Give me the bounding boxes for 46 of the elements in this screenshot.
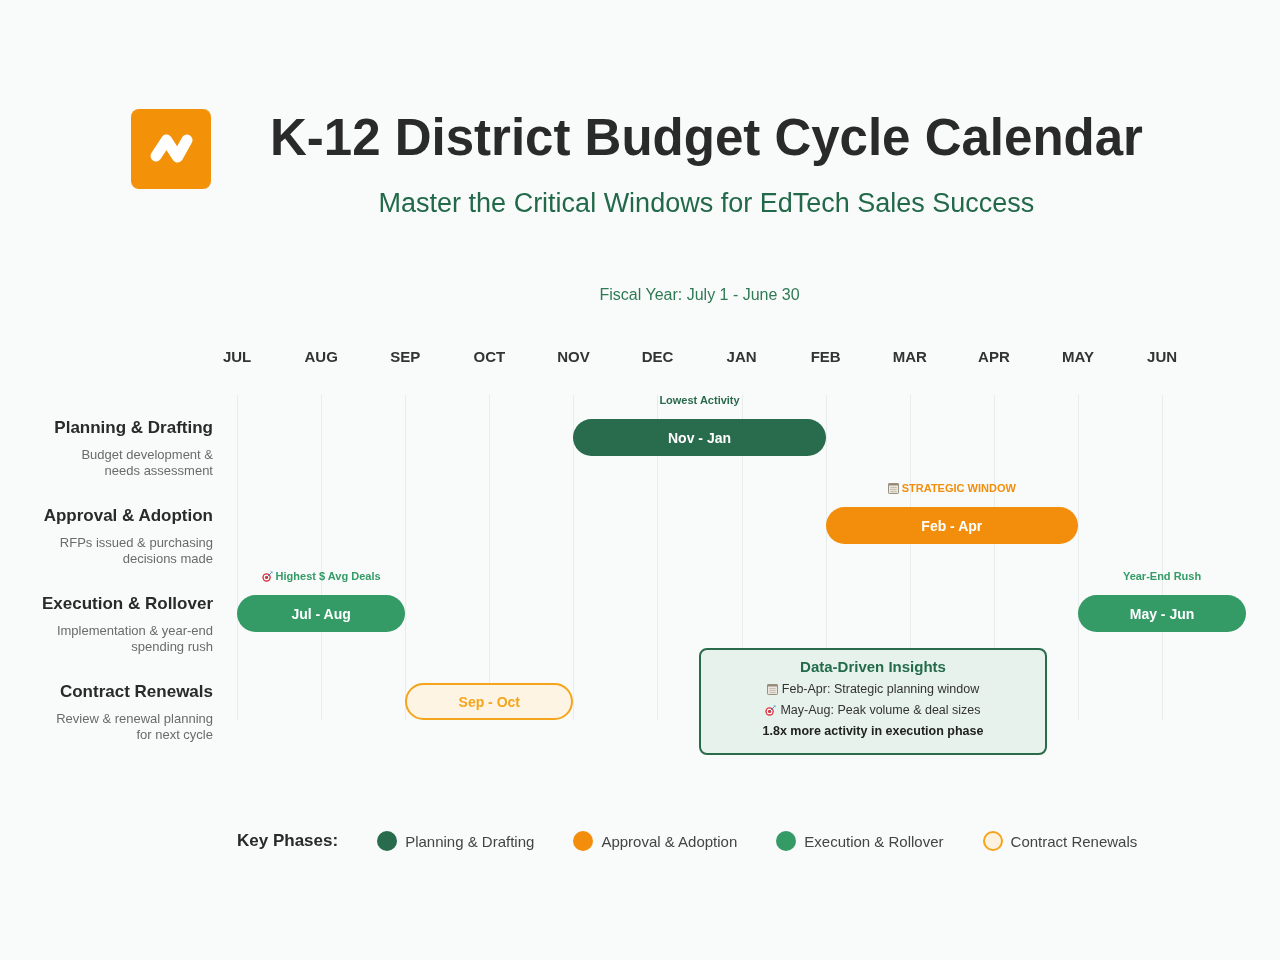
phase-title: Planning & Drafting [54, 418, 213, 438]
month-label: JAN [726, 348, 757, 366]
phase-description: Budget development & needs assessment [80, 447, 213, 479]
legend-label: Planning & Drafting [405, 832, 535, 850]
phase-bar: May - Jun [1077, 595, 1247, 632]
insights-title: Data-Driven Insights [800, 658, 946, 676]
legend-label: Contract Renewals [1010, 832, 1138, 850]
phase-title: Contract Renewals [59, 682, 213, 702]
bar-annotation: Highest $ Avg Deals [275, 569, 381, 584]
month-label: APR [978, 348, 1010, 366]
month-label: OCT [473, 348, 506, 366]
bar-annotation: Year-End Rush [1122, 569, 1202, 584]
month-label: MAY [1062, 348, 1094, 366]
phase-description: Implementation & year-end spending rush [55, 623, 213, 655]
month-label: NOV [557, 348, 590, 366]
bar-annotation: Lowest Activity [659, 393, 740, 408]
target-icon [261, 570, 273, 582]
legend-label: Execution & Rollover [804, 832, 944, 850]
phase-description: RFPs issued & purchasing decisions made [58, 535, 213, 567]
notepad-icon [887, 482, 899, 494]
insight-text: Feb-Apr: Strategic planning window [781, 680, 980, 698]
bar-annotation: STRATEGIC WINDOW [901, 481, 1016, 496]
phase-bar: Feb - Apr [825, 507, 1078, 544]
phase-bar: Nov - Jan [573, 419, 826, 456]
phase-description: Review & renewal planning for next cycle [55, 711, 213, 743]
month-label: MAR [892, 348, 927, 366]
page-subtitle: Master the Critical Windows for EdTech Sales Success [378, 187, 1035, 219]
phase-title: Execution & Rollover [42, 594, 213, 614]
month-label: JUN [1147, 348, 1178, 366]
page-title: K-12 District Budget Cycle Calendar [270, 108, 1143, 168]
legend-label: Approval & Adoption [601, 832, 738, 850]
legend-title: Key Phases: [237, 831, 339, 851]
logo-icon [131, 109, 211, 189]
notepad-icon [766, 683, 778, 695]
phase-title: Approval & Adoption [43, 506, 213, 526]
month-label: AUG [304, 348, 338, 366]
insight-text: May-Aug: Peak volume & deal sizes [780, 701, 981, 719]
insight-text: 1.8x more activity in execution phase [762, 722, 984, 740]
month-label: FEB [810, 348, 841, 366]
phase-bar: Jul - Aug [237, 595, 406, 632]
month-label: DEC [641, 348, 674, 366]
phase-bar: Sep - Oct [405, 683, 574, 720]
month-label: SEP [390, 348, 421, 366]
fiscal-year-caption: Fiscal Year: July 1 - June 30 [599, 285, 800, 305]
target-icon [765, 704, 777, 716]
month-label: JUL [222, 348, 252, 366]
